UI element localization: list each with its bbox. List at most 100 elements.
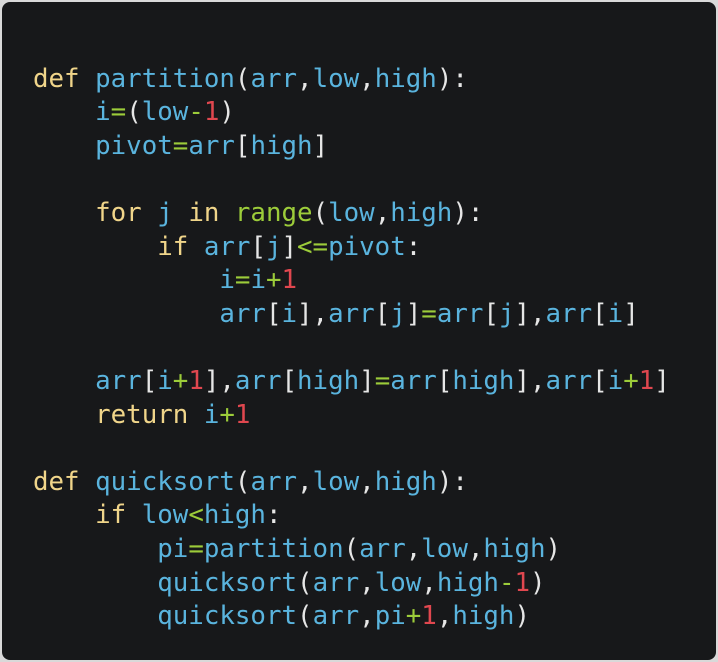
code-token: j	[157, 197, 173, 228]
code-token: i	[607, 298, 624, 329]
code-token: 1	[234, 399, 251, 430]
code-token: ],	[514, 365, 546, 396]
code-token: quicksort	[95, 466, 235, 497]
code-token: for	[95, 197, 142, 228]
code-token: [	[250, 231, 266, 262]
code-token: pivot	[95, 130, 173, 161]
code-token: =	[234, 265, 251, 296]
code-token: :	[265, 500, 282, 531]
code-token: )	[545, 533, 562, 564]
code-line: i=i+1	[33, 264, 670, 298]
code-token: ,	[359, 601, 375, 632]
code-token: ],	[514, 298, 546, 329]
code-token: low	[374, 567, 422, 598]
code-line: arr[i+1],arr[high]=arr[high],arr[i+1]	[33, 365, 670, 399]
code-token: arr	[250, 466, 298, 497]
code-token: (	[312, 197, 329, 228]
code-token: 1	[281, 265, 298, 296]
code-token: )	[219, 97, 235, 128]
code-token: +	[265, 265, 282, 296]
code-token: arr	[545, 365, 593, 396]
code-token: ]	[623, 298, 639, 329]
code-token: [	[234, 130, 251, 161]
code-token: arr	[188, 130, 235, 161]
code-line: quicksort(arr,low,high-1)	[33, 567, 670, 601]
code-token: [	[592, 365, 608, 396]
code-token: high	[436, 567, 499, 598]
code-token: low	[328, 197, 375, 228]
code-token: ],	[297, 298, 329, 329]
code-token: 1	[421, 601, 437, 632]
code-token: pi	[157, 533, 189, 564]
code-token: low	[312, 466, 360, 497]
code-token: =	[110, 97, 127, 128]
code-token: <=	[297, 231, 329, 262]
code-token: high	[250, 130, 313, 161]
code-token: 1	[638, 365, 655, 396]
code-token: [	[265, 298, 282, 329]
code-line: return i+1	[33, 399, 670, 433]
code-token: arr	[359, 533, 406, 564]
code-token: j	[498, 298, 515, 329]
code-token: partition	[203, 533, 344, 564]
code-token: :	[405, 231, 422, 262]
code-line: if low<high:	[33, 499, 670, 533]
code-token: -	[188, 97, 204, 128]
code-token: 1	[203, 97, 220, 128]
code-line: def partition(arr,low,high):	[33, 63, 670, 97]
code-token: high	[390, 197, 453, 228]
code-token: i	[281, 298, 298, 329]
code-token: ],	[203, 365, 235, 396]
code-token: 1	[188, 365, 204, 396]
code-token: ,	[421, 567, 437, 598]
code-token: 1	[514, 567, 530, 598]
code-token: +	[172, 365, 189, 396]
code-token: j	[265, 231, 282, 262]
code-token: ,	[297, 63, 313, 94]
code-line: pi=partition(arr,low,high)	[33, 533, 670, 567]
code-token: ):	[452, 197, 484, 228]
code-token: [	[592, 298, 608, 329]
code-token: =	[172, 130, 189, 161]
code-line: def quicksort(arr,low,high):	[33, 466, 670, 500]
code-token: ]	[654, 365, 670, 396]
code-token: high	[374, 466, 437, 497]
code-token: ,	[359, 63, 375, 94]
code-token: arr	[312, 601, 360, 632]
code-token: (	[234, 63, 251, 94]
code-token: arr	[390, 365, 437, 396]
code-token: ):	[436, 466, 468, 497]
code-line: arr[i],arr[j]=arr[j],arr[i]	[33, 298, 670, 332]
code-token: arr	[545, 298, 593, 329]
code-token: low	[141, 500, 189, 531]
code-token: i	[203, 399, 220, 430]
code-token: def	[33, 466, 80, 497]
code-panel: def partition(arr,low,high): i=(low-1) p…	[2, 2, 716, 660]
code-token: ,	[359, 567, 375, 598]
code-token: high	[483, 533, 546, 564]
code-token: i	[607, 365, 624, 396]
code-token: low	[312, 63, 360, 94]
code-token: low	[421, 533, 468, 564]
code-token: [	[374, 298, 391, 329]
code-token: arr	[312, 567, 360, 598]
code-token: high	[203, 500, 266, 531]
code-token: +	[623, 365, 639, 396]
code-token: range	[234, 197, 313, 228]
code-line: pivot=arr[high]	[33, 130, 670, 164]
code-token: ]	[405, 298, 422, 329]
code-token: i	[250, 265, 266, 296]
code-token: j	[390, 298, 406, 329]
